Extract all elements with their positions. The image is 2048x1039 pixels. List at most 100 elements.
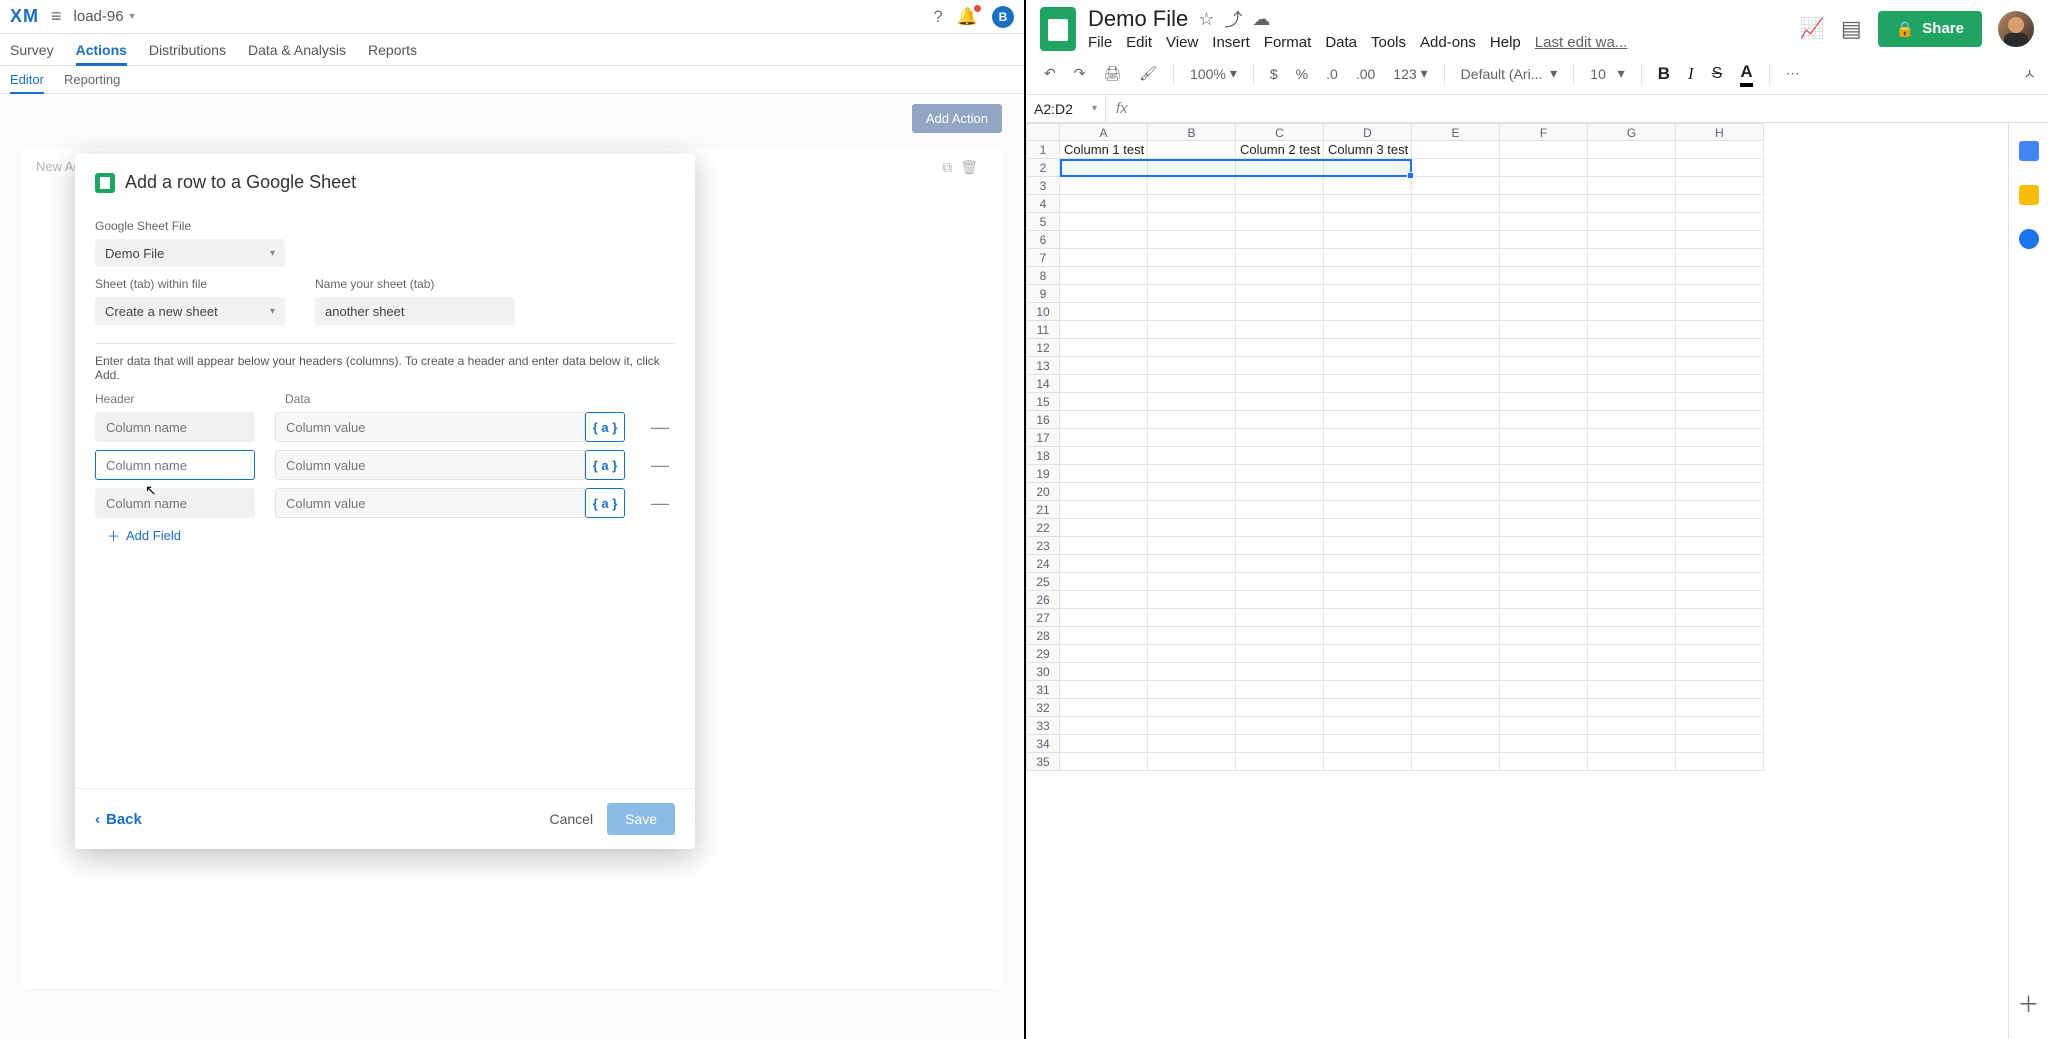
value-input[interactable]	[275, 450, 585, 480]
cell-B7[interactable]	[1148, 249, 1236, 267]
menu-tools[interactable]: Tools	[1371, 34, 1406, 51]
font-select[interactable]: Default (Ari... ▾	[1455, 61, 1564, 86]
row-header-2[interactable]: 2	[1026, 159, 1060, 177]
tab-reports[interactable]: Reports	[368, 34, 417, 65]
cell-F29[interactable]	[1500, 645, 1588, 663]
cell-E31[interactable]	[1412, 681, 1500, 699]
col-header-C[interactable]: C	[1236, 123, 1324, 141]
cell-E26[interactable]	[1412, 591, 1500, 609]
row-header-20[interactable]: 20	[1026, 483, 1060, 501]
cell-A28[interactable]	[1060, 627, 1148, 645]
name-sheet-input[interactable]	[315, 297, 515, 325]
cell-F2[interactable]	[1500, 159, 1588, 177]
cell-C4[interactable]	[1236, 195, 1324, 213]
move-icon[interactable]: ⤴	[1224, 6, 1242, 32]
cell-F11[interactable]	[1500, 321, 1588, 339]
cell-A34[interactable]	[1060, 735, 1148, 753]
cell-D19[interactable]	[1324, 465, 1412, 483]
menu-format[interactable]: Format	[1264, 34, 1312, 51]
cell-F32[interactable]	[1500, 699, 1588, 717]
cell-B4[interactable]	[1148, 195, 1236, 213]
insert-variable-button[interactable]: { a }	[585, 450, 625, 480]
cell-A12[interactable]	[1060, 339, 1148, 357]
cell-B16[interactable]	[1148, 411, 1236, 429]
cell-E17[interactable]	[1412, 429, 1500, 447]
cell-G23[interactable]	[1588, 537, 1676, 555]
cell-F14[interactable]	[1500, 375, 1588, 393]
menu-help[interactable]: Help	[1490, 34, 1521, 51]
cell-F30[interactable]	[1500, 663, 1588, 681]
row-header-23[interactable]: 23	[1026, 537, 1060, 555]
cell-G22[interactable]	[1588, 519, 1676, 537]
cell-C9[interactable]	[1236, 285, 1324, 303]
remove-row-icon[interactable]: —	[651, 494, 669, 512]
back-button[interactable]: ‹ Back	[95, 811, 142, 828]
header-input[interactable]	[95, 450, 255, 480]
cell-D26[interactable]	[1324, 591, 1412, 609]
cell-H25[interactable]	[1676, 573, 1764, 591]
cell-F10[interactable]	[1500, 303, 1588, 321]
cell-H30[interactable]	[1676, 663, 1764, 681]
cell-D23[interactable]	[1324, 537, 1412, 555]
row-header-12[interactable]: 12	[1026, 339, 1060, 357]
row-header-29[interactable]: 29	[1026, 645, 1060, 663]
row-header-19[interactable]: 19	[1026, 465, 1060, 483]
cell-H13[interactable]	[1676, 357, 1764, 375]
menu-view[interactable]: View	[1166, 34, 1198, 51]
cell-B31[interactable]	[1148, 681, 1236, 699]
cell-B8[interactable]	[1148, 267, 1236, 285]
cell-E15[interactable]	[1412, 393, 1500, 411]
project-selector[interactable]: load-96 ▾	[74, 8, 135, 25]
value-input[interactable]	[275, 488, 585, 518]
cell-A23[interactable]	[1060, 537, 1148, 555]
more-button[interactable]: ⋯	[1780, 61, 1806, 86]
cell-E14[interactable]	[1412, 375, 1500, 393]
cell-D22[interactable]	[1324, 519, 1412, 537]
cell-A26[interactable]	[1060, 591, 1148, 609]
cell-E11[interactable]	[1412, 321, 1500, 339]
cell-A24[interactable]	[1060, 555, 1148, 573]
cell-B35[interactable]	[1148, 753, 1236, 771]
cell-G18[interactable]	[1588, 447, 1676, 465]
tasks-icon[interactable]	[2019, 229, 2039, 249]
comments-icon[interactable]: ▤	[1841, 16, 1862, 42]
row-header-4[interactable]: 4	[1026, 195, 1060, 213]
tab-actions[interactable]: Actions	[76, 34, 127, 65]
row-header-21[interactable]: 21	[1026, 501, 1060, 519]
cell-H34[interactable]	[1676, 735, 1764, 753]
cell-B29[interactable]	[1148, 645, 1236, 663]
cell-F23[interactable]	[1500, 537, 1588, 555]
cell-D34[interactable]	[1324, 735, 1412, 753]
bold-button[interactable]: B	[1652, 60, 1676, 88]
row-header-24[interactable]: 24	[1026, 555, 1060, 573]
cell-C18[interactable]	[1236, 447, 1324, 465]
cell-C13[interactable]	[1236, 357, 1324, 375]
cell-H31[interactable]	[1676, 681, 1764, 699]
cell-A5[interactable]	[1060, 213, 1148, 231]
cell-F21[interactable]	[1500, 501, 1588, 519]
cell-F8[interactable]	[1500, 267, 1588, 285]
row-header-3[interactable]: 3	[1026, 177, 1060, 195]
cell-A13[interactable]	[1060, 357, 1148, 375]
cell-E23[interactable]	[1412, 537, 1500, 555]
cell-G25[interactable]	[1588, 573, 1676, 591]
cell-H29[interactable]	[1676, 645, 1764, 663]
cell-G34[interactable]	[1588, 735, 1676, 753]
cell-B5[interactable]	[1148, 213, 1236, 231]
cell-E2[interactable]	[1412, 159, 1500, 177]
row-header-33[interactable]: 33	[1026, 717, 1060, 735]
cell-H17[interactable]	[1676, 429, 1764, 447]
number-format-select[interactable]: 123▾	[1387, 61, 1433, 86]
cell-H22[interactable]	[1676, 519, 1764, 537]
cell-B11[interactable]	[1148, 321, 1236, 339]
cell-B25[interactable]	[1148, 573, 1236, 591]
cell-G12[interactable]	[1588, 339, 1676, 357]
cell-B14[interactable]	[1148, 375, 1236, 393]
cell-G2[interactable]	[1588, 159, 1676, 177]
cell-C26[interactable]	[1236, 591, 1324, 609]
cell-E18[interactable]	[1412, 447, 1500, 465]
notification-icon[interactable]: 🔔	[957, 7, 978, 27]
cell-D21[interactable]	[1324, 501, 1412, 519]
cell-D6[interactable]	[1324, 231, 1412, 249]
cell-G16[interactable]	[1588, 411, 1676, 429]
